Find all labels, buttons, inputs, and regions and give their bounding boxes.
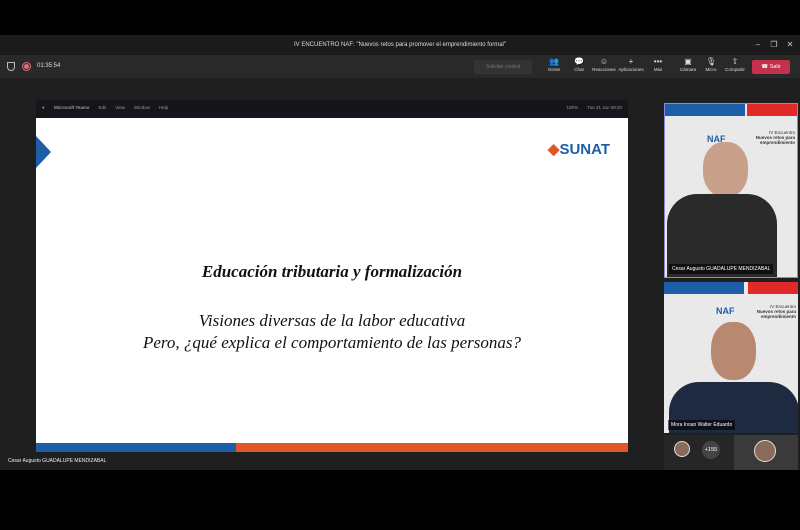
shared-mac-menubar: ● Microsoft Teams Edit View Window Help 100%…: [36, 100, 628, 118]
participant-avatar-tile[interactable]: [734, 435, 798, 470]
naf-logo: NAF: [716, 306, 735, 316]
participant-tile[interactable]: NAF IV Encuentro Nuevos retos para empren…: [664, 103, 798, 278]
share-icon: ⇧: [731, 57, 739, 66]
toolbar-button-label: Compartir: [725, 67, 745, 72]
more-participants-badge[interactable]: +155: [702, 441, 720, 459]
toolbar-button-label: Reacciones: [592, 67, 616, 72]
presenter-label: Cesar Augusto GUADALUPE MENDIZABAL: [8, 458, 107, 464]
mac-clock: Tue 21 Jun 09:20: [587, 105, 622, 110]
request-control-button[interactable]: Solicitar control: [474, 60, 532, 74]
participant-video-head: [711, 322, 756, 380]
slide-line-1: Visiones diversas de la labor educativa: [198, 311, 466, 330]
toolbar-button-chat[interactable]: 💬 Chat: [566, 57, 592, 72]
participant-name: Cesar Augusto GUADALUPE MENDIZABAL: [669, 264, 774, 274]
toolbar-button-gente[interactable]: 👥 Gente: [541, 57, 567, 72]
mac-menu-item: Microsoft Teams: [54, 105, 90, 110]
bg-text: Nuevos retos para emprendimiento: [755, 135, 795, 145]
shared-slide: ◆SUNAT Educación tributaria y formalizac…: [36, 118, 628, 452]
mac-menu-item: Help: [158, 105, 169, 110]
toolbar-button-más[interactable]: ••• Más: [645, 57, 671, 72]
more-icon: •••: [653, 57, 663, 66]
participant-tile[interactable]: NAF IV Encuentro Nuevos retos para empren…: [664, 282, 798, 433]
toolbar-button-label: Cámara: [679, 67, 696, 72]
leave-button[interactable]: ☎ Salir: [752, 60, 790, 74]
mic-off-icon: 🎙: [705, 57, 717, 66]
slide-stripe-blue: [36, 443, 236, 452]
mac-menu-item: View: [115, 105, 125, 110]
shield-icon: [7, 62, 15, 71]
toolbar-button-micro[interactable]: 🎙 Micro: [698, 57, 724, 72]
avatar: [674, 441, 690, 457]
apple-icon: ●: [42, 105, 45, 110]
toolbar-button-aplicaciones[interactable]: + Aplicaciones: [618, 57, 644, 72]
mac-menu-item: Window: [133, 105, 150, 110]
toolbar-button-label: Más: [653, 67, 663, 72]
slide-title: Educación tributaria y formalización: [201, 262, 463, 281]
battery-level: 100%: [566, 105, 578, 110]
slide-arrow-shape: [36, 136, 51, 168]
toolbar-button-label: Gente: [547, 67, 561, 72]
participant-video-head: [703, 142, 748, 197]
close-button[interactable]: ✕: [782, 35, 798, 55]
meeting-timer: 01:35:54: [37, 63, 61, 69]
participant-avatar-tile[interactable]: +155: [664, 435, 734, 470]
recording-icon: [23, 63, 30, 70]
avatar: [754, 440, 776, 462]
slide-line-2: Pero, ¿qué explica el comportamiento de …: [142, 333, 522, 352]
toolbar-button-compartir[interactable]: ⇧ Compartir: [722, 57, 748, 72]
toolbar-button-label: Chat: [574, 67, 584, 72]
reactions-icon: ☺: [599, 57, 609, 66]
minimize-button[interactable]: –: [750, 35, 766, 55]
sunat-logo: ◆SUNAT: [547, 141, 610, 158]
slide-stripe-orange: [236, 443, 628, 452]
toolbar-button-label: Micro: [705, 67, 717, 72]
window-title: IV ENCUENTRO NAF: "Nuevos retos para pro…: [0, 35, 800, 55]
phone-icon: ☎: [761, 64, 770, 70]
toolbar-button-label: Aplicaciones: [618, 67, 644, 72]
bg-text: Nuevos retos para emprendimiento: [756, 309, 796, 319]
toolbar-button-reacciones[interactable]: ☺ Reacciones: [591, 57, 617, 72]
mac-menu-item: Edit: [98, 105, 107, 110]
chat-icon: 💬: [574, 57, 584, 66]
apps-icon: +: [628, 57, 634, 66]
people-icon: 👥: [549, 57, 559, 66]
participant-name: Mora Inoan Walter Eduardo: [668, 420, 736, 430]
maximize-button[interactable]: ❐: [766, 35, 782, 55]
